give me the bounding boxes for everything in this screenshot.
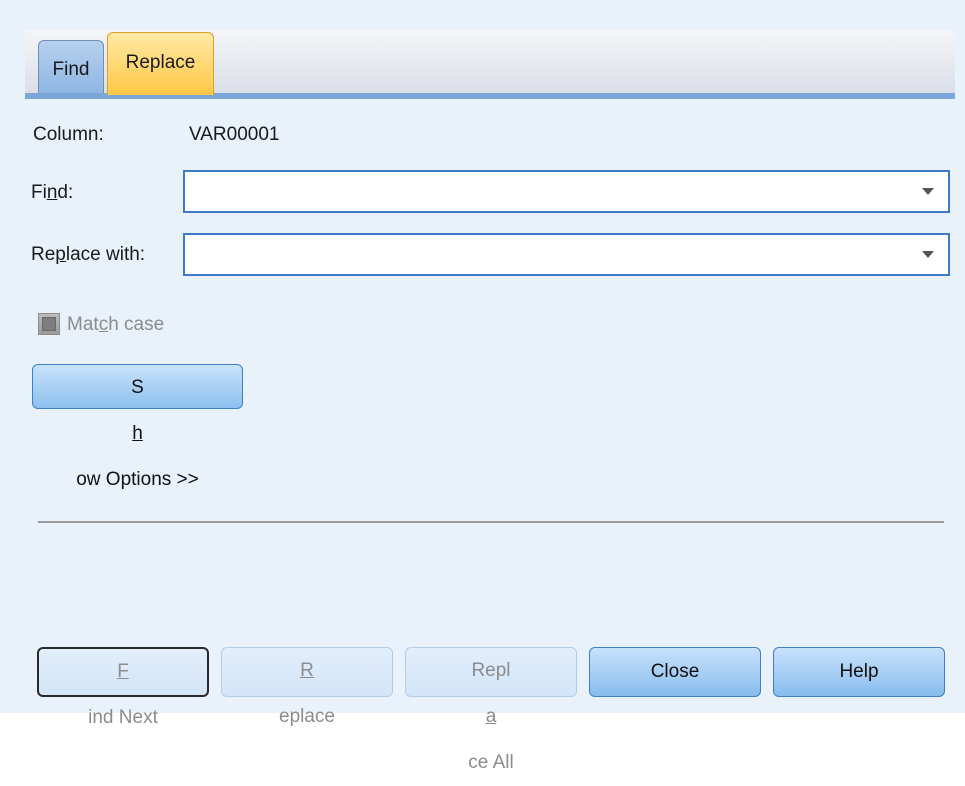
tab-replace[interactable]: Replace — [107, 32, 214, 95]
show-options-button[interactable]: Sh ow Options >> — [32, 364, 243, 490]
find-replace-dialog: Find Replace Column: VAR00001 Find: Repl… — [0, 0, 965, 773]
find-combo[interactable] — [183, 170, 950, 213]
help-button[interactable]: Help — [773, 647, 945, 697]
column-label: Column: — [33, 124, 104, 145]
find-dropdown-button[interactable] — [908, 172, 948, 211]
replace-with-combo[interactable] — [183, 233, 950, 276]
chevron-down-icon — [922, 188, 934, 195]
tab-find-label: Find — [52, 59, 90, 80]
replace-with-input[interactable] — [185, 235, 917, 274]
separator — [38, 521, 944, 523]
replace-button[interactable]: Replace — [221, 647, 393, 727]
replace-with-label: Replace with: — [31, 244, 146, 265]
find-next-button[interactable]: Find Next — [37, 647, 209, 728]
column-value: VAR00001 — [189, 124, 280, 145]
match-case-label: Match case — [67, 314, 165, 335]
replace-with-dropdown-button[interactable] — [908, 235, 948, 274]
chevron-down-icon — [922, 251, 934, 258]
tab-replace-label: Replace — [125, 52, 196, 73]
close-button[interactable]: Close — [589, 647, 761, 697]
find-label: Find: — [31, 182, 74, 203]
tab-find[interactable]: Find — [38, 40, 104, 93]
replace-all-button[interactable]: Repl a ce All — [405, 647, 577, 773]
match-case-checkbox[interactable] — [38, 313, 60, 335]
find-input[interactable] — [185, 172, 917, 211]
